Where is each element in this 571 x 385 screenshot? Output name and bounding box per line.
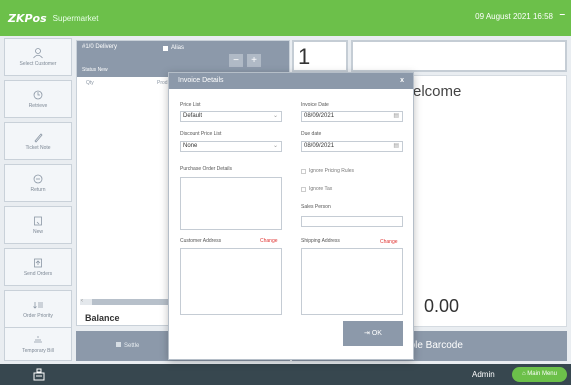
note-icon: [34, 133, 43, 143]
chevron-down-icon: ⌄: [272, 143, 278, 149]
app-subtitle: Supermarket: [52, 13, 99, 23]
due-date-field[interactable]: 08/09/2021 ▤: [301, 141, 403, 152]
temporary-bill-button[interactable]: Temporary Bill: [4, 327, 72, 361]
ignore-pricing-rules-label: Ignore Pricing Rules: [309, 168, 355, 174]
invoice-date-field[interactable]: 08/09/2021 ▤: [301, 111, 403, 122]
new-button[interactable]: New: [4, 206, 72, 244]
return-button[interactable]: Return: [4, 164, 72, 202]
welcome-text: elcome: [413, 83, 462, 100]
ticket-note-button[interactable]: Ticket Note: [4, 122, 72, 160]
datetime: 09 August 2021 16:58: [475, 12, 553, 21]
sales-person-label: Sales Person: [301, 204, 331, 210]
close-button[interactable]: x: [400, 73, 404, 89]
order-number: #1/0 Delivery: [82, 44, 118, 50]
settle-label: Settle: [124, 343, 140, 349]
main-menu-label: Main Menu: [527, 371, 557, 377]
customer-address-label: Customer Address: [180, 238, 222, 244]
ignore-tax-checkbox[interactable]: Ignore Tax: [301, 186, 332, 192]
return-label: Return: [30, 187, 46, 193]
send-orders-label: Send Orders: [23, 271, 53, 277]
priority-icon: [33, 302, 43, 309]
temporary-bill-label: Temporary Bill: [22, 348, 54, 354]
ignore-pricing-rules-checkbox[interactable]: Ignore Pricing Rules: [301, 168, 354, 174]
user-name[interactable]: Admin: [472, 370, 495, 379]
change-shipping-address-link[interactable]: Change: [380, 239, 398, 245]
return-icon: [33, 174, 43, 184]
price-list-select[interactable]: Default ⌄: [180, 111, 282, 122]
alias-checkbox[interactable]: Alias: [163, 45, 184, 51]
calendar-icon[interactable]: ▤: [393, 142, 399, 151]
invoice-date-value: 08/09/2021: [304, 113, 335, 119]
retrieve-button[interactable]: Retrieve: [4, 80, 72, 118]
qty-column: Qty: [86, 80, 94, 86]
discount-price-list-select[interactable]: None ⌄: [180, 141, 282, 152]
change-customer-address-link[interactable]: Change: [260, 238, 278, 244]
calendar-icon[interactable]: ▤: [393, 112, 399, 121]
total-amount: 0.00: [424, 296, 460, 316]
quantity-display[interactable]: 1: [292, 40, 348, 72]
footer-bar: Admin ⌂ Main Menu: [0, 364, 571, 385]
shipping-address-label: Shipping Address: [301, 238, 340, 244]
register-icon[interactable]: [32, 368, 46, 381]
new-label: New: [32, 229, 43, 235]
scroll-left-arrow[interactable]: ‹: [81, 298, 83, 304]
price-list-label: Price List: [180, 102, 201, 108]
balance-label: Balance: [85, 313, 120, 323]
product-column: Prod: [157, 80, 168, 86]
bill-icon: [34, 336, 42, 343]
modal-header: Invoice Details x: [169, 73, 413, 89]
select-customer-button[interactable]: Select Customer: [4, 38, 72, 76]
user-icon: [33, 48, 43, 59]
invoice-details-modal: Invoice Details x Price List Default ⌄ In…: [168, 72, 414, 360]
send-icon: [34, 258, 42, 268]
login-arrow-icon: ⇥: [364, 330, 372, 337]
ticket-note-label: Ticket Note: [25, 145, 51, 151]
invoice-date-label: Invoice Date: [301, 102, 329, 108]
scrollbar-thumb[interactable]: [92, 299, 172, 305]
due-date-label: Due date: [301, 131, 322, 137]
discount-price-list-value: None: [183, 143, 198, 149]
purchase-order-label: Purchase Order Details: [180, 166, 232, 172]
send-orders-button[interactable]: Send Orders: [4, 248, 72, 286]
order-priority-button[interactable]: Order Priority: [4, 290, 72, 328]
increase-button[interactable]: +: [247, 54, 261, 67]
ok-label: OK: [371, 330, 382, 337]
search-input[interactable]: [351, 40, 567, 72]
app-logo: ZKPos: [8, 11, 47, 25]
ignore-tax-label: Ignore Tax: [309, 186, 333, 192]
retrieve-icon: [33, 90, 43, 100]
main-menu-button[interactable]: ⌂ Main Menu: [512, 367, 567, 382]
alias-label: Alias: [171, 45, 185, 51]
customer-address-textarea[interactable]: [180, 248, 282, 315]
retrieve-label: Retrieve: [28, 103, 48, 109]
select-customer-label: Select Customer: [19, 61, 57, 67]
minimize-button[interactable]: –: [559, 9, 565, 20]
sales-person-field[interactable]: [301, 216, 403, 227]
modal-title: Invoice Details: [178, 77, 224, 84]
discount-price-list-label: Discount Price List: [180, 131, 222, 137]
chevron-down-icon: ⌄: [272, 113, 278, 119]
order-priority-label: Order Priority: [23, 313, 53, 319]
decrease-button[interactable]: −: [229, 54, 243, 67]
price-list-value: Default: [183, 113, 203, 119]
top-bar: ZKPos Supermarket 09 August 2021 16:58 –: [0, 0, 571, 36]
due-date-value: 08/09/2021: [304, 143, 335, 149]
purchase-order-textarea[interactable]: [180, 177, 282, 230]
new-icon: [34, 216, 42, 226]
shipping-address-textarea[interactable]: [301, 248, 403, 315]
ok-button[interactable]: ⇥ OK: [343, 321, 403, 346]
order-status: Status New: [82, 67, 108, 73]
